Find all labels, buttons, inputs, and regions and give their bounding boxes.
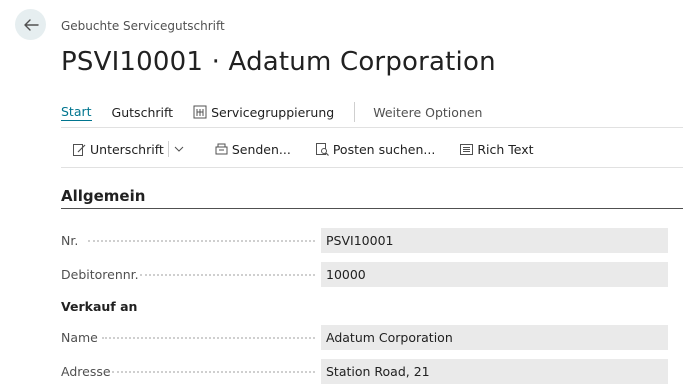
toolbar-divider (61, 167, 683, 168)
leader-dots (102, 337, 315, 339)
grouping-icon (193, 105, 207, 119)
signature-button[interactable]: Unterschrift (72, 142, 164, 157)
arrow-left-icon (23, 18, 39, 31)
field-value-name[interactable]: Adatum Corporation (321, 325, 668, 350)
leader-dots (88, 240, 315, 242)
more-options-button[interactable]: Weitere Optionen (373, 105, 482, 120)
field-value-nr[interactable]: PSVI10001 (321, 228, 668, 253)
signature-icon (73, 143, 86, 156)
action-bar: Start Gutschrift Servicegruppierung Weit… (61, 102, 502, 122)
field-label-nr: Nr. (61, 233, 79, 248)
send-icon (215, 143, 228, 154)
back-button[interactable] (15, 9, 46, 40)
section-divider (61, 208, 683, 209)
find-entries-icon (315, 142, 329, 156)
group-label-verkauf-an: Verkauf an (61, 299, 138, 314)
section-title: Allgemein (61, 187, 146, 205)
leader-dots (112, 371, 315, 373)
action-bar-divider (61, 127, 683, 128)
leader-dots (140, 274, 315, 276)
rich-text-button[interactable]: Rich Text (459, 142, 534, 157)
tab-servicegruppierung[interactable]: Servicegruppierung (193, 105, 334, 120)
split-separator (167, 141, 169, 157)
field-label-name: Name (61, 330, 98, 345)
tab-gutschrift[interactable]: Gutschrift (112, 105, 174, 120)
find-entries-button[interactable]: Posten suchen... (315, 142, 435, 157)
chevron-down-icon (174, 146, 184, 152)
send-button[interactable]: Senden... (214, 142, 291, 157)
field-value-debitorennr[interactable]: 10000 (321, 262, 668, 287)
signature-dropdown[interactable] (167, 141, 187, 157)
field-label-adresse: Adresse (61, 364, 111, 379)
toolbar: Unterschrift Senden... Posten suchen... … (72, 140, 534, 158)
rich-text-icon (460, 143, 474, 155)
tab-start[interactable]: Start (61, 104, 92, 121)
page-title: PSVI10001 · Adatum Corporation (61, 47, 496, 77)
page-caption: Gebuchte Servicegutschrift (61, 19, 225, 33)
field-label-debitorennr: Debitorennr. (61, 267, 139, 282)
field-value-adresse[interactable]: Station Road, 21 (321, 359, 668, 384)
action-separator (354, 102, 356, 122)
